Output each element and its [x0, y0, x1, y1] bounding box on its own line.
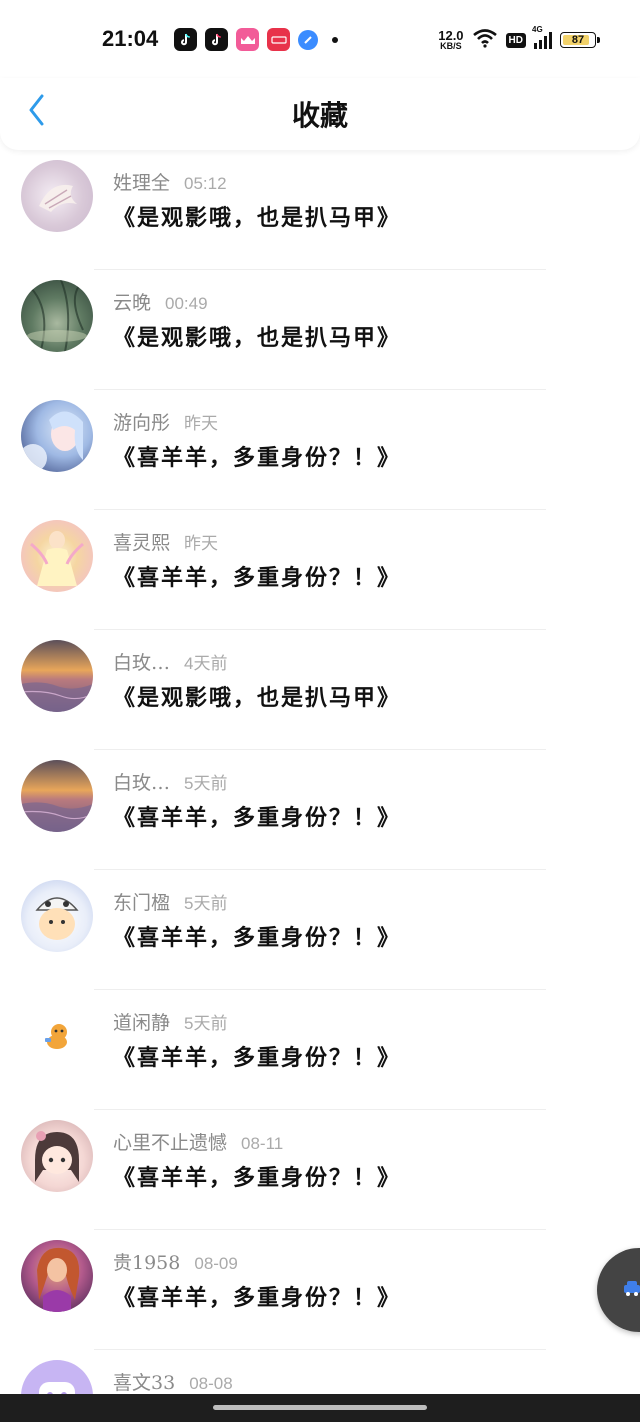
- list-item[interactable]: 喜灵熙 昨天 《喜羊羊，多重身份？！》: [0, 510, 640, 630]
- avatar[interactable]: [21, 1240, 93, 1312]
- avatar[interactable]: [21, 160, 93, 232]
- timestamp: 昨天: [184, 414, 219, 433]
- timestamp: 5天前: [184, 1014, 228, 1033]
- battery-icon: 87: [560, 32, 600, 48]
- list-item[interactable]: 东门楹 5天前 《喜羊羊，多重身份？！》: [0, 870, 640, 990]
- header: 收藏: [0, 78, 640, 150]
- favorites-screen: 21:04 12.0 KB/S HD 4G 87 收藏 姓理全 05:12 《是…: [0, 0, 640, 1422]
- timestamp: 08-09: [194, 1254, 238, 1273]
- message-text: 《喜羊羊，多重身份？！》: [113, 925, 402, 951]
- hd-badge: HD: [505, 32, 526, 48]
- username: 贵1958: [113, 1252, 181, 1274]
- live-app-icon: [236, 28, 259, 51]
- message-text: 《喜羊羊，多重身份？！》: [113, 1285, 402, 1311]
- more-notifications-dot-icon: [332, 36, 338, 43]
- list-item[interactable]: 道闲静 5天前 《喜羊羊，多重身份？！》: [0, 990, 640, 1110]
- message-text: 《喜羊羊，多重身份？！》: [113, 565, 402, 591]
- list-item[interactable]: 游向彤 昨天 《喜羊羊，多重身份？！》: [0, 390, 640, 510]
- username: 白玫…: [113, 652, 171, 674]
- status-bar: 21:04 12.0 KB/S HD 4G 87: [0, 0, 640, 80]
- timestamp: 05:12: [184, 174, 227, 193]
- battery-level: 87: [571, 34, 585, 46]
- timestamp: 08-08: [189, 1374, 233, 1393]
- wifi-icon: [472, 28, 498, 52]
- message-text: 《喜羊羊，多重身份？！》: [113, 805, 402, 831]
- avatar[interactable]: [21, 520, 93, 592]
- message-text: 《是观影哦，也是扒马甲》: [113, 205, 402, 231]
- network-speed-unit: KB/S: [440, 41, 462, 51]
- username: 道闲静: [113, 1012, 171, 1034]
- page-title: 收藏: [291, 99, 348, 132]
- username: 游向彤: [113, 412, 171, 434]
- username: 心里不止遗憾: [113, 1132, 228, 1154]
- list-item[interactable]: 姓理全 05:12 《是观影哦，也是扒马甲》: [0, 150, 640, 270]
- avatar[interactable]: [21, 760, 93, 832]
- username: 姓理全: [113, 172, 171, 194]
- list-item[interactable]: 贵1958 08-09 《喜羊羊，多重身份？！》: [0, 1230, 640, 1350]
- status-time: 21:04: [102, 26, 159, 51]
- avatar[interactable]: [21, 640, 93, 712]
- cellular-signal-icon: 4G: [532, 25, 552, 49]
- username: 喜灵熙: [113, 532, 171, 554]
- favorites-list: 姓理全 05:12 《是观影哦，也是扒马甲》 云晚 00:49 《是观影哦，也是…: [0, 150, 640, 1422]
- timestamp: 08-11: [241, 1134, 284, 1153]
- list-item[interactable]: 白玫… 5天前 《喜羊羊，多重身份？！》: [0, 750, 640, 870]
- avatar[interactable]: [21, 880, 93, 952]
- username: 东门楹: [113, 892, 171, 914]
- avatar[interactable]: [21, 1120, 93, 1192]
- home-indicator[interactable]: [213, 1405, 427, 1410]
- avatar[interactable]: [21, 400, 93, 472]
- system-nav-bar: [0, 1394, 640, 1422]
- message-text: 《喜羊羊，多重身份？！》: [113, 1045, 402, 1071]
- list-item[interactable]: 白玫… 4天前 《是观影哦，也是扒马甲》: [0, 630, 640, 750]
- douyin-lite-app-icon: [205, 28, 228, 51]
- username: 白玫…: [113, 772, 171, 794]
- car-icon: [623, 1279, 640, 1301]
- list-item[interactable]: 云晚 00:49 《是观影哦，也是扒马甲》: [0, 270, 640, 390]
- message-text: 《是观影哦，也是扒马甲》: [113, 685, 402, 711]
- message-text: 《喜羊羊，多重身份？！》: [113, 445, 402, 471]
- timestamp: 昨天: [184, 534, 219, 553]
- douyin-app-icon: [174, 28, 197, 51]
- list-item[interactable]: 心里不止遗憾 08-11 《喜羊羊，多重身份？！》: [0, 1110, 640, 1230]
- network-speed: 12.0 KB/S: [438, 29, 463, 51]
- browser-app-icon: [298, 29, 318, 50]
- status-indicators: 12.0 KB/S HD 4G 87: [438, 25, 600, 52]
- timestamp: 4天前: [184, 654, 228, 673]
- message-text: 《喜羊羊，多重身份？！》: [113, 1165, 402, 1191]
- avatar[interactable]: [21, 1000, 93, 1072]
- timestamp: 00:49: [165, 294, 208, 313]
- username: 云晚: [113, 292, 152, 314]
- timestamp: 5天前: [184, 894, 228, 913]
- notification-icons: [174, 28, 338, 51]
- xiaohongshu-app-icon: [267, 28, 290, 51]
- avatar[interactable]: [21, 280, 93, 352]
- message-text: 《是观影哦，也是扒马甲》: [113, 325, 402, 351]
- username: 喜文33: [113, 1372, 176, 1394]
- network-type-label: 4G: [532, 25, 543, 34]
- timestamp: 5天前: [184, 774, 228, 793]
